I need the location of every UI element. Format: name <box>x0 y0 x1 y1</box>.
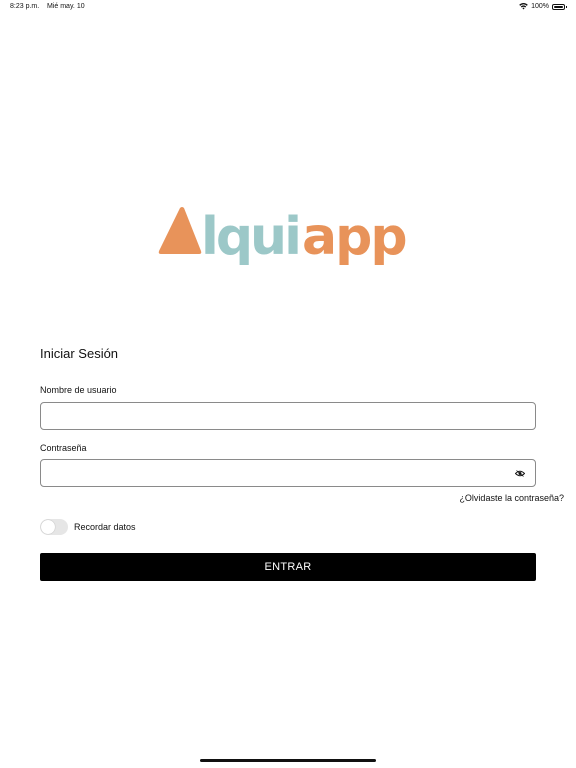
battery-percentage: 100% <box>531 3 549 10</box>
username-field[interactable] <box>41 403 535 429</box>
battery-icon <box>552 3 567 10</box>
home-indicator <box>200 759 376 762</box>
password-field-container[interactable] <box>40 459 536 487</box>
status-time: 8:23 p.m. <box>10 3 40 10</box>
toggle-knob <box>41 520 55 534</box>
wifi-icon <box>519 3 528 10</box>
remember-label: Recordar datos <box>74 522 136 532</box>
eye-icon[interactable] <box>515 469 525 478</box>
submit-button[interactable]: ENTRAR <box>40 553 536 581</box>
remember-toggle[interactable] <box>40 519 68 535</box>
login-title: Iniciar Sesión <box>40 346 119 361</box>
status-right: 100% <box>519 3 567 10</box>
status-bar: 8:23 p.m. Mié may. 10 100% <box>0 0 576 14</box>
password-field[interactable] <box>41 460 535 486</box>
password-label: Contraseña <box>40 443 87 453</box>
forgot-password-link[interactable]: ¿Olvidaste la contraseña? <box>459 493 564 503</box>
logo-triangle-a <box>158 207 202 254</box>
status-date: Mié may. 10 <box>47 3 85 10</box>
username-field-container[interactable] <box>40 402 536 430</box>
logo-text-lqui: lqui <box>201 207 299 267</box>
alquilapp-logo: lqui app <box>158 207 408 267</box>
logo-text-app: app <box>302 207 406 267</box>
username-label: Nombre de usuario <box>40 385 117 395</box>
